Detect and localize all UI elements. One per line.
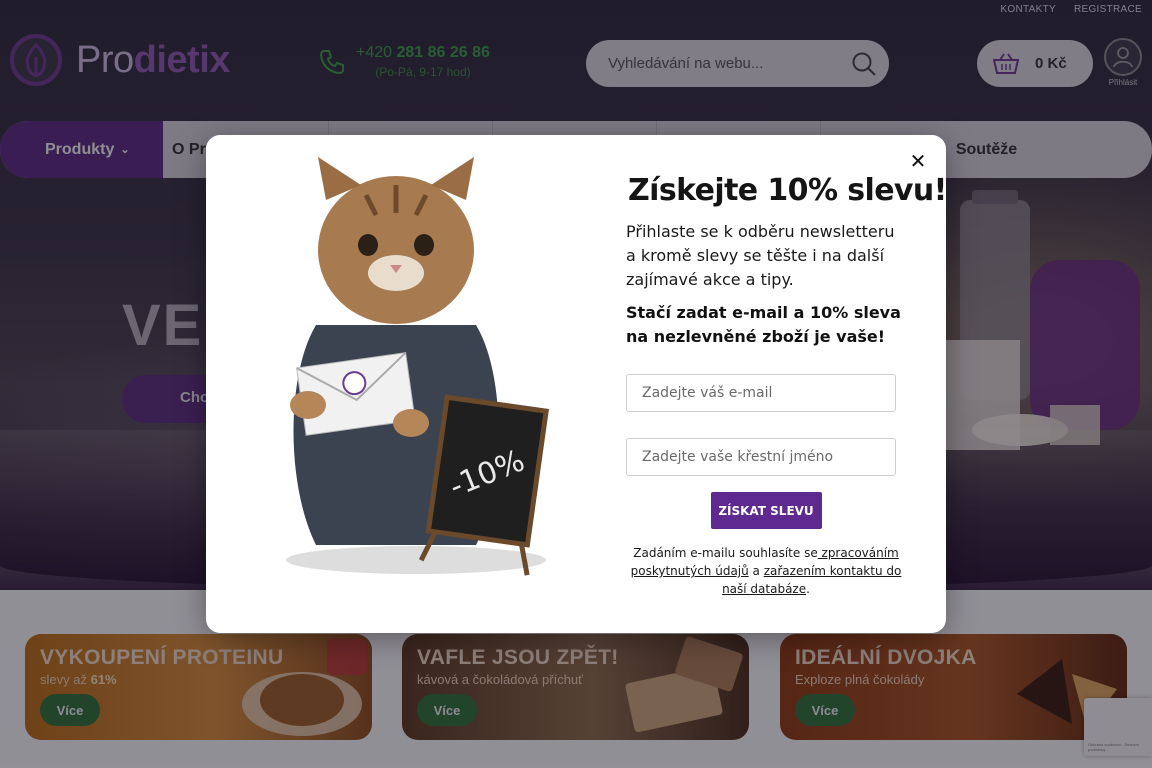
first-name-field[interactable] xyxy=(626,438,896,476)
close-icon[interactable]: ✕ xyxy=(908,151,928,171)
modal-highlight: Stačí zadat e-mail a 10% sleva na nezlev… xyxy=(626,303,901,346)
newsletter-modal: ✕ -10% Získejte 10% slevu! Přihlaste se … xyxy=(206,135,947,633)
modal-description: Přihlaste se k odběru newsletteru a krom… xyxy=(626,222,895,289)
cat-with-envelope-illustration: -10% xyxy=(286,157,549,576)
email-field[interactable] xyxy=(626,374,896,412)
modal-content: Získejte 10% slevu! Přihlaste se k odběr… xyxy=(626,173,947,598)
get-discount-button[interactable]: ZÍSKAT SLEVU xyxy=(710,492,822,529)
consent-text: Zadáním e-mailu souhlasíte se zpracování… xyxy=(630,546,902,596)
modal-title: Získejte 10% slevu! xyxy=(628,173,947,208)
